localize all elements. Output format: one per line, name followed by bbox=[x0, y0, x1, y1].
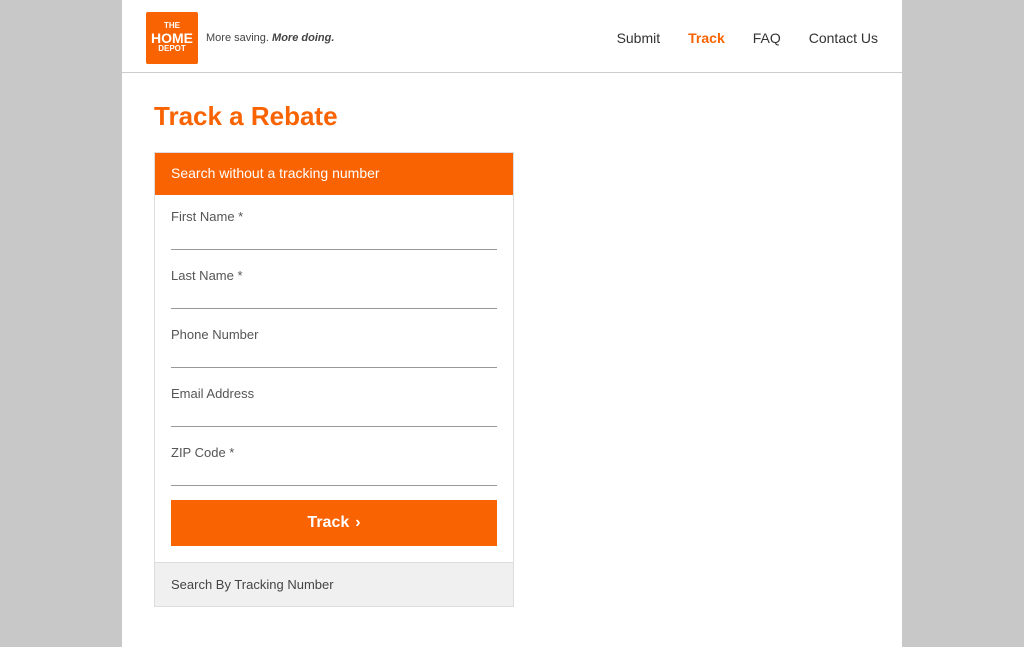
form-group-phone: Phone Number bbox=[171, 313, 497, 368]
search-by-tracking-tab[interactable]: Search By Tracking Number bbox=[155, 562, 513, 606]
page-title: Track a Rebate bbox=[154, 101, 870, 132]
input-phone[interactable] bbox=[171, 342, 497, 361]
nav-track[interactable]: Track bbox=[688, 30, 725, 46]
main-content: Track a Rebate Search without a tracking… bbox=[122, 73, 902, 647]
label-email: Email Address bbox=[171, 386, 497, 401]
input-firstname[interactable] bbox=[171, 224, 497, 243]
nav-contact[interactable]: Contact Us bbox=[809, 30, 878, 46]
logo-text-main: HOME bbox=[151, 31, 193, 45]
input-zip[interactable] bbox=[171, 460, 497, 479]
form-group-lastname: Last Name * bbox=[171, 254, 497, 309]
form-group-zip: ZIP Code * bbox=[171, 431, 497, 486]
header: THE HOME DEPOT More saving. More doing. … bbox=[122, 0, 902, 73]
track-button[interactable]: Track › bbox=[171, 500, 497, 546]
form-group-firstname: First Name * bbox=[171, 195, 497, 250]
card-header: Search without a tracking number bbox=[155, 153, 513, 195]
tagline-bold: More doing. bbox=[272, 32, 334, 44]
main-nav: Submit Track FAQ Contact Us bbox=[617, 30, 878, 46]
logo-text-bottom: DEPOT bbox=[158, 45, 186, 54]
logo-box: THE HOME DEPOT bbox=[146, 12, 198, 64]
label-phone: Phone Number bbox=[171, 327, 497, 342]
label-lastname: Last Name * bbox=[171, 268, 497, 283]
nav-faq[interactable]: FAQ bbox=[753, 30, 781, 46]
form-group-email: Email Address bbox=[171, 372, 497, 427]
chevron-right-icon: › bbox=[355, 514, 360, 532]
nav-submit[interactable]: Submit bbox=[617, 30, 661, 46]
track-button-label: Track bbox=[307, 514, 349, 532]
search-card: Search without a tracking number First N… bbox=[154, 152, 514, 607]
card-body: First Name * Last Name * Phone Number Em… bbox=[155, 195, 513, 562]
input-lastname[interactable] bbox=[171, 283, 497, 302]
label-firstname: First Name * bbox=[171, 209, 497, 224]
tagline-plain: More saving. bbox=[206, 32, 269, 44]
logo-area: THE HOME DEPOT More saving. More doing. bbox=[146, 12, 334, 64]
label-zip: ZIP Code * bbox=[171, 445, 497, 460]
search-by-tracking-label: Search By Tracking Number bbox=[171, 577, 334, 592]
input-email[interactable] bbox=[171, 401, 497, 420]
page-wrapper: THE HOME DEPOT More saving. More doing. … bbox=[122, 0, 902, 647]
card-header-text: Search without a tracking number bbox=[171, 165, 380, 181]
logo-tagline: More saving. More doing. bbox=[206, 32, 334, 44]
